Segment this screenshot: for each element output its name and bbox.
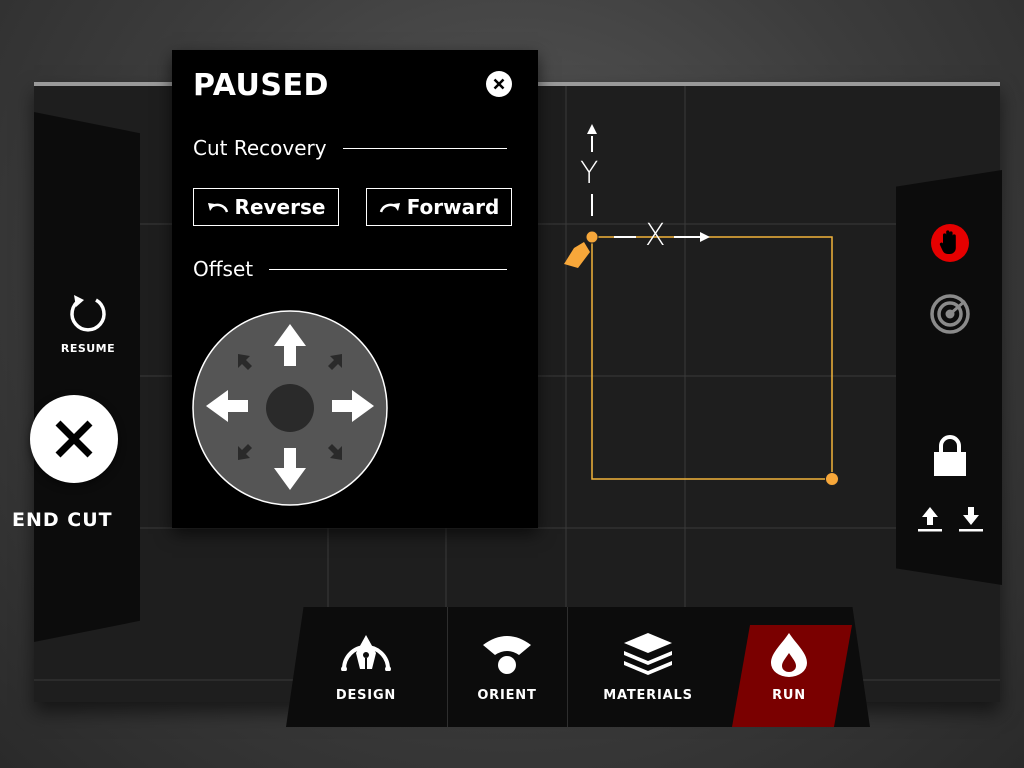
nav-item-run[interactable]: RUN	[719, 607, 859, 727]
section-divider	[342, 147, 507, 149]
bottom-navigation: DESIGN ORIENT MATERIALS RUN	[286, 607, 870, 727]
upload-icon	[918, 507, 942, 532]
undo-icon	[207, 203, 228, 213]
cut-recovery-label: Cut Recovery	[193, 136, 327, 160]
nav-label-design: DESIGN	[335, 688, 397, 703]
nav-label-run: RUN	[772, 688, 806, 703]
nav-item-design[interactable]: DESIGN	[296, 607, 436, 727]
reverse-label: Reverse	[234, 195, 326, 219]
resume-button[interactable]: RESUME	[50, 292, 126, 362]
nav-label-orient: ORIENT	[477, 688, 537, 703]
left-control-panel	[34, 112, 140, 642]
offset-section: Offset	[193, 257, 508, 281]
cut-path	[591, 236, 833, 480]
download-button[interactable]	[957, 505, 985, 537]
dialog-title: PAUSED	[193, 68, 329, 103]
layers-icon	[624, 633, 672, 675]
lock-icon	[934, 435, 966, 476]
reverse-button[interactable]: Reverse	[193, 188, 339, 226]
forward-button[interactable]: Forward	[366, 188, 512, 226]
nav-item-materials[interactable]: MATERIALS	[578, 607, 718, 727]
pen-nib-icon	[341, 635, 391, 671]
close-icon	[55, 420, 93, 458]
path-end-point	[825, 472, 839, 486]
end-cut-label: END CUT	[12, 509, 113, 531]
nav-item-orient[interactable]: ORIENT	[437, 607, 577, 727]
close-dialog-button[interactable]	[486, 71, 512, 97]
stop-hand-icon	[931, 224, 969, 262]
target-icon	[930, 294, 970, 334]
download-icon	[959, 507, 983, 532]
y-axis-label: Y	[580, 156, 599, 191]
resume-label: RESUME	[60, 342, 116, 355]
close-icon	[493, 78, 505, 90]
upload-button[interactable]	[916, 505, 944, 537]
end-cut-button[interactable]	[30, 395, 118, 483]
offset-label: Offset	[193, 257, 254, 281]
lock-button[interactable]	[932, 435, 968, 481]
flame-icon	[771, 633, 807, 677]
refresh-icon	[70, 295, 106, 332]
cut-recovery-section: Cut Recovery	[193, 136, 507, 160]
forward-label: Forward	[406, 195, 500, 219]
paused-dialog: PAUSED Cut Recovery Reverse Forward Offs…	[172, 50, 538, 528]
redo-icon	[379, 203, 400, 213]
cut-head-marker	[564, 230, 599, 268]
x-axis-label: X	[645, 218, 666, 253]
nav-label-materials: MATERIALS	[603, 688, 693, 703]
section-divider	[269, 268, 508, 270]
orient-icon	[483, 636, 531, 674]
target-button[interactable]	[929, 293, 971, 339]
offset-joystick[interactable]	[192, 308, 392, 508]
stop-hand-button[interactable]	[930, 223, 970, 267]
